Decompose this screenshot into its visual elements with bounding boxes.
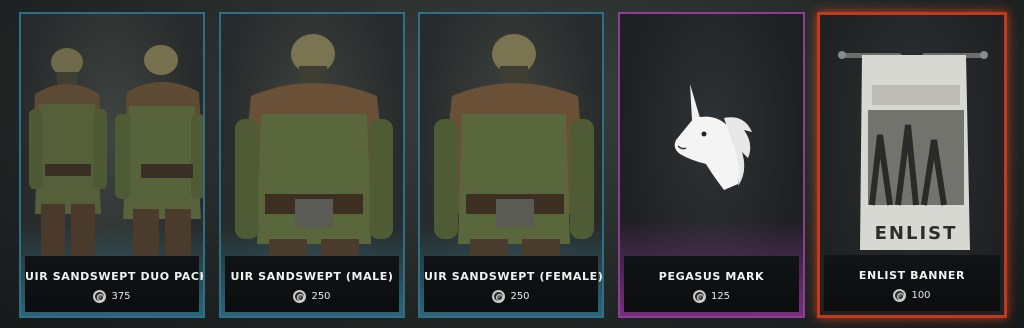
- price-value: 125: [710, 291, 731, 302]
- card-footer: UIR SANDSWEPT DUO PACK 375: [25, 256, 205, 312]
- iron-coin-icon: [93, 290, 107, 303]
- unicorn-head-icon: [674, 84, 752, 190]
- soldier-right-figure: [115, 45, 203, 279]
- item-name: UIR SANDSWEPT (MALE): [230, 270, 394, 283]
- item-name: UIR SANDSWEPT DUO PACK: [25, 270, 205, 283]
- card-footer: UIR SANDSWEPT (MALE) 250: [225, 256, 399, 312]
- store-card-pegasus-mark[interactable]: PEGASUS MARK 125: [618, 12, 805, 318]
- banner-cloth: [860, 55, 970, 250]
- item-price: 250: [424, 290, 598, 303]
- card-footer: ENLIST BANNER 100: [824, 255, 1000, 311]
- store-card-duo-pack[interactable]: UIR SANDSWEPT DUO PACK 375: [19, 12, 205, 318]
- card-footer: PEGASUS MARK 125: [624, 256, 799, 312]
- iron-coin-icon: [492, 290, 506, 303]
- item-price: 375: [25, 290, 199, 303]
- price-value: 250: [510, 291, 530, 302]
- card-footer: UIR SANDSWEPT (FEMALE) 250: [424, 256, 604, 312]
- iron-coin-icon: [893, 289, 907, 302]
- item-name: PEGASUS MARK: [658, 270, 765, 283]
- price-value: 100: [911, 290, 931, 301]
- banner-caption: ENLIST: [874, 223, 958, 244]
- item-name: ENLIST BANNER: [858, 269, 966, 282]
- item-price: 250: [225, 290, 399, 303]
- store-card-sandswept-male[interactable]: UIR SANDSWEPT (MALE) 250: [219, 12, 405, 318]
- iron-coin-icon: [293, 290, 307, 303]
- soldier-left-figure: [29, 48, 107, 274]
- price-value: 250: [311, 291, 331, 302]
- iron-coin-icon: [692, 290, 706, 303]
- store-row: UIR SANDSWEPT DUO PACK 375 UIR SANDSWEPT…: [0, 0, 1024, 328]
- item-price: 100: [824, 289, 1000, 302]
- store-card-sandswept-female[interactable]: UIR SANDSWEPT (FEMALE) 250: [418, 12, 604, 318]
- item-name: UIR SANDSWEPT (FEMALE): [424, 270, 604, 283]
- store-card-enlist-banner[interactable]: ENLIST ENLIST BANNER 100: [817, 12, 1007, 318]
- item-price: 125: [624, 290, 799, 303]
- price-value: 375: [111, 291, 131, 302]
